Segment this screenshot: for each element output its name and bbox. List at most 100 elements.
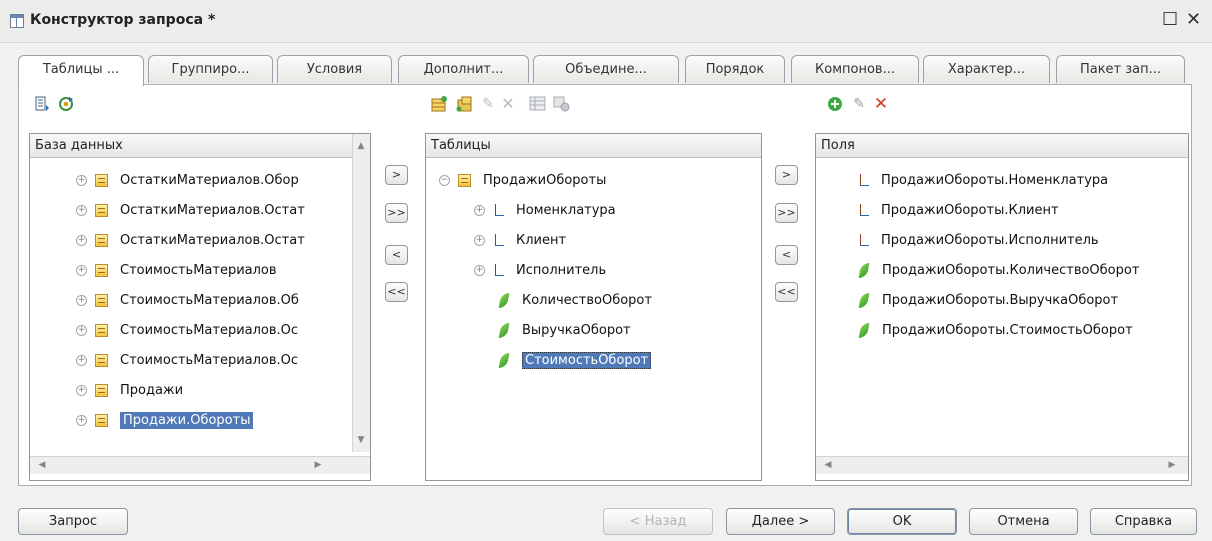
field-item[interactable]: ПродажиОбороты.Исполнитель <box>858 230 1099 252</box>
expand-icon[interactable]: + <box>76 415 87 426</box>
field-item[interactable]: ПродажиОбороты.Номенклатура <box>858 170 1108 192</box>
dimension-icon <box>493 204 506 217</box>
scroll-right-icon[interactable]: ▶ <box>310 457 326 473</box>
tab-conditions[interactable]: Условия <box>277 55 392 83</box>
list-item-label: СтоимостьМатериалов <box>120 263 277 278</box>
tree-item-selected[interactable]: СтоимостьОборот <box>498 350 652 372</box>
add-icon[interactable] <box>826 95 844 113</box>
list-item[interactable]: + СтоимостьМатериалов.Об <box>76 290 299 312</box>
cancel-button[interactable]: Отмена <box>969 508 1078 535</box>
gear-icon[interactable] <box>553 95 571 113</box>
expand-icon[interactable]: + <box>76 205 87 216</box>
query-button[interactable]: Запрос <box>18 508 128 535</box>
tab-composition[interactable]: Компонов... <box>791 55 919 83</box>
ok-button[interactable]: OK <box>847 508 957 535</box>
edit-field-icon[interactable]: ✎ <box>850 95 868 113</box>
resource-icon <box>498 323 510 338</box>
field-item[interactable]: ПродажиОбороты.ВыручкаОборот <box>858 290 1118 312</box>
field-item[interactable]: ПродажиОбороты.КоличествоОборот <box>858 260 1140 282</box>
delete-field-icon[interactable]: ✕ <box>872 95 890 113</box>
scroll-left-icon[interactable]: ◀ <box>34 457 50 473</box>
list-item[interactable]: + СтоимостьМатериалов <box>76 260 277 282</box>
remove-field-button[interactable]: < <box>775 245 798 265</box>
query-list-icon[interactable] <box>33 95 51 113</box>
maximize-button[interactable]: ☐ <box>1162 10 1178 30</box>
add-all-fields-button[interactable]: >> <box>775 203 798 223</box>
expand-icon[interactable]: + <box>474 205 485 216</box>
title-bar: Конструктор запроса * ☐ ✕ <box>0 0 1212 43</box>
tree-item-label: Исполнитель <box>516 263 607 278</box>
collapse-icon[interactable]: − <box>439 175 450 186</box>
add-all-button[interactable]: >> <box>385 203 408 223</box>
list-item-selected[interactable]: + Продажи.Обороты <box>76 410 254 432</box>
expand-icon[interactable]: + <box>76 385 87 396</box>
tree-item[interactable]: + Клиент <box>474 230 566 252</box>
list-item-label: Продажи <box>120 383 184 398</box>
vertical-scrollbar[interactable]: ▲ ▼ <box>352 134 370 452</box>
database-list-header: База данных <box>30 134 370 158</box>
tab-grouping[interactable]: Группиро... <box>148 55 273 83</box>
list-item-label: ОстаткиМатериалов.Остат <box>120 203 305 218</box>
window-title: Конструктор запроса * <box>30 12 216 28</box>
resource-icon <box>498 293 510 308</box>
resource-icon <box>858 263 870 278</box>
field-item-label: ПродажиОбороты.СтоимостьОборот <box>882 323 1133 338</box>
tree-item[interactable]: КоличествоОборот <box>498 290 652 312</box>
list-item[interactable]: + СтоимостьМатериалов.Ос <box>76 350 298 372</box>
expand-icon[interactable]: + <box>76 235 87 246</box>
expand-icon[interactable]: + <box>76 295 87 306</box>
remove-all-button[interactable]: << <box>385 282 408 302</box>
add-table-icon[interactable] <box>430 95 448 113</box>
horizontal-scrollbar[interactable]: ◀ ▶ <box>816 456 1188 474</box>
refresh-icon[interactable] <box>57 95 75 113</box>
field-item[interactable]: ПродажиОбороты.Клиент <box>858 200 1059 222</box>
tables-list-header: Таблицы <box>426 134 761 158</box>
list-item-label: ОстаткиМатериалов.Обор <box>120 173 299 188</box>
add-button[interactable]: > <box>385 165 408 185</box>
field-item[interactable]: ПродажиОбороты.СтоимостьОборот <box>858 320 1133 342</box>
expand-icon[interactable]: + <box>76 325 87 336</box>
expand-icon[interactable]: + <box>76 265 87 276</box>
expand-icon[interactable]: + <box>76 355 87 366</box>
list-item[interactable]: + Продажи <box>76 380 183 402</box>
table-icon <box>95 324 108 337</box>
add-field-button[interactable]: > <box>775 165 798 185</box>
tab-characteristics[interactable]: Характер... <box>923 55 1050 83</box>
tree-item[interactable]: + Исполнитель <box>474 260 606 282</box>
remove-button[interactable]: < <box>385 245 408 265</box>
tab-order[interactable]: Порядок <box>685 55 785 83</box>
list-item[interactable]: + СтоимостьМатериалов.Ос <box>76 320 298 342</box>
list-item[interactable]: + ОстаткиМатериалов.Обор <box>76 170 299 192</box>
tab-tables[interactable]: Таблицы ... <box>18 55 144 86</box>
add-nested-table-icon[interactable] <box>456 95 474 113</box>
close-button[interactable]: ✕ <box>1186 10 1201 30</box>
next-button[interactable]: Далее > <box>726 508 835 535</box>
tree-item[interactable]: + Номенклатура <box>474 200 616 222</box>
expand-icon[interactable]: + <box>474 235 485 246</box>
horizontal-scrollbar[interactable]: ◀ ▶ <box>30 456 370 474</box>
field-item-label: ПродажиОбороты.КоличествоОборот <box>882 263 1140 278</box>
expand-icon[interactable]: + <box>76 175 87 186</box>
edit-icon[interactable]: ✎ <box>479 95 497 113</box>
table-icon <box>95 174 108 187</box>
delete-icon[interactable]: ✕ <box>499 95 517 113</box>
list-item[interactable]: + ОстаткиМатериалов.Остат <box>76 200 305 222</box>
tree-item[interactable]: ВыручкаОборот <box>498 320 631 342</box>
resource-icon <box>858 293 870 308</box>
table-settings-icon[interactable] <box>529 95 547 113</box>
field-item-label: ПродажиОбороты.Клиент <box>881 203 1059 218</box>
back-button[interactable]: < Назад <box>603 508 713 535</box>
expand-icon[interactable]: + <box>474 265 485 276</box>
help-button[interactable]: Справка <box>1090 508 1197 535</box>
tab-unions[interactable]: Объедине... <box>533 55 679 83</box>
tree-root[interactable]: − ПродажиОбороты <box>439 170 606 192</box>
scroll-up-icon[interactable]: ▲ <box>353 138 369 154</box>
table-icon <box>95 414 108 427</box>
remove-all-fields-button[interactable]: << <box>775 282 798 302</box>
scroll-right-icon[interactable]: ▶ <box>1164 457 1180 473</box>
tab-advanced[interactable]: Дополнит... <box>398 55 529 83</box>
scroll-down-icon[interactable]: ▼ <box>353 432 369 448</box>
list-item[interactable]: + ОстаткиМатериалов.Остат <box>76 230 305 252</box>
scroll-left-icon[interactable]: ◀ <box>820 457 836 473</box>
tab-query-batch[interactable]: Пакет зап... <box>1056 55 1185 83</box>
